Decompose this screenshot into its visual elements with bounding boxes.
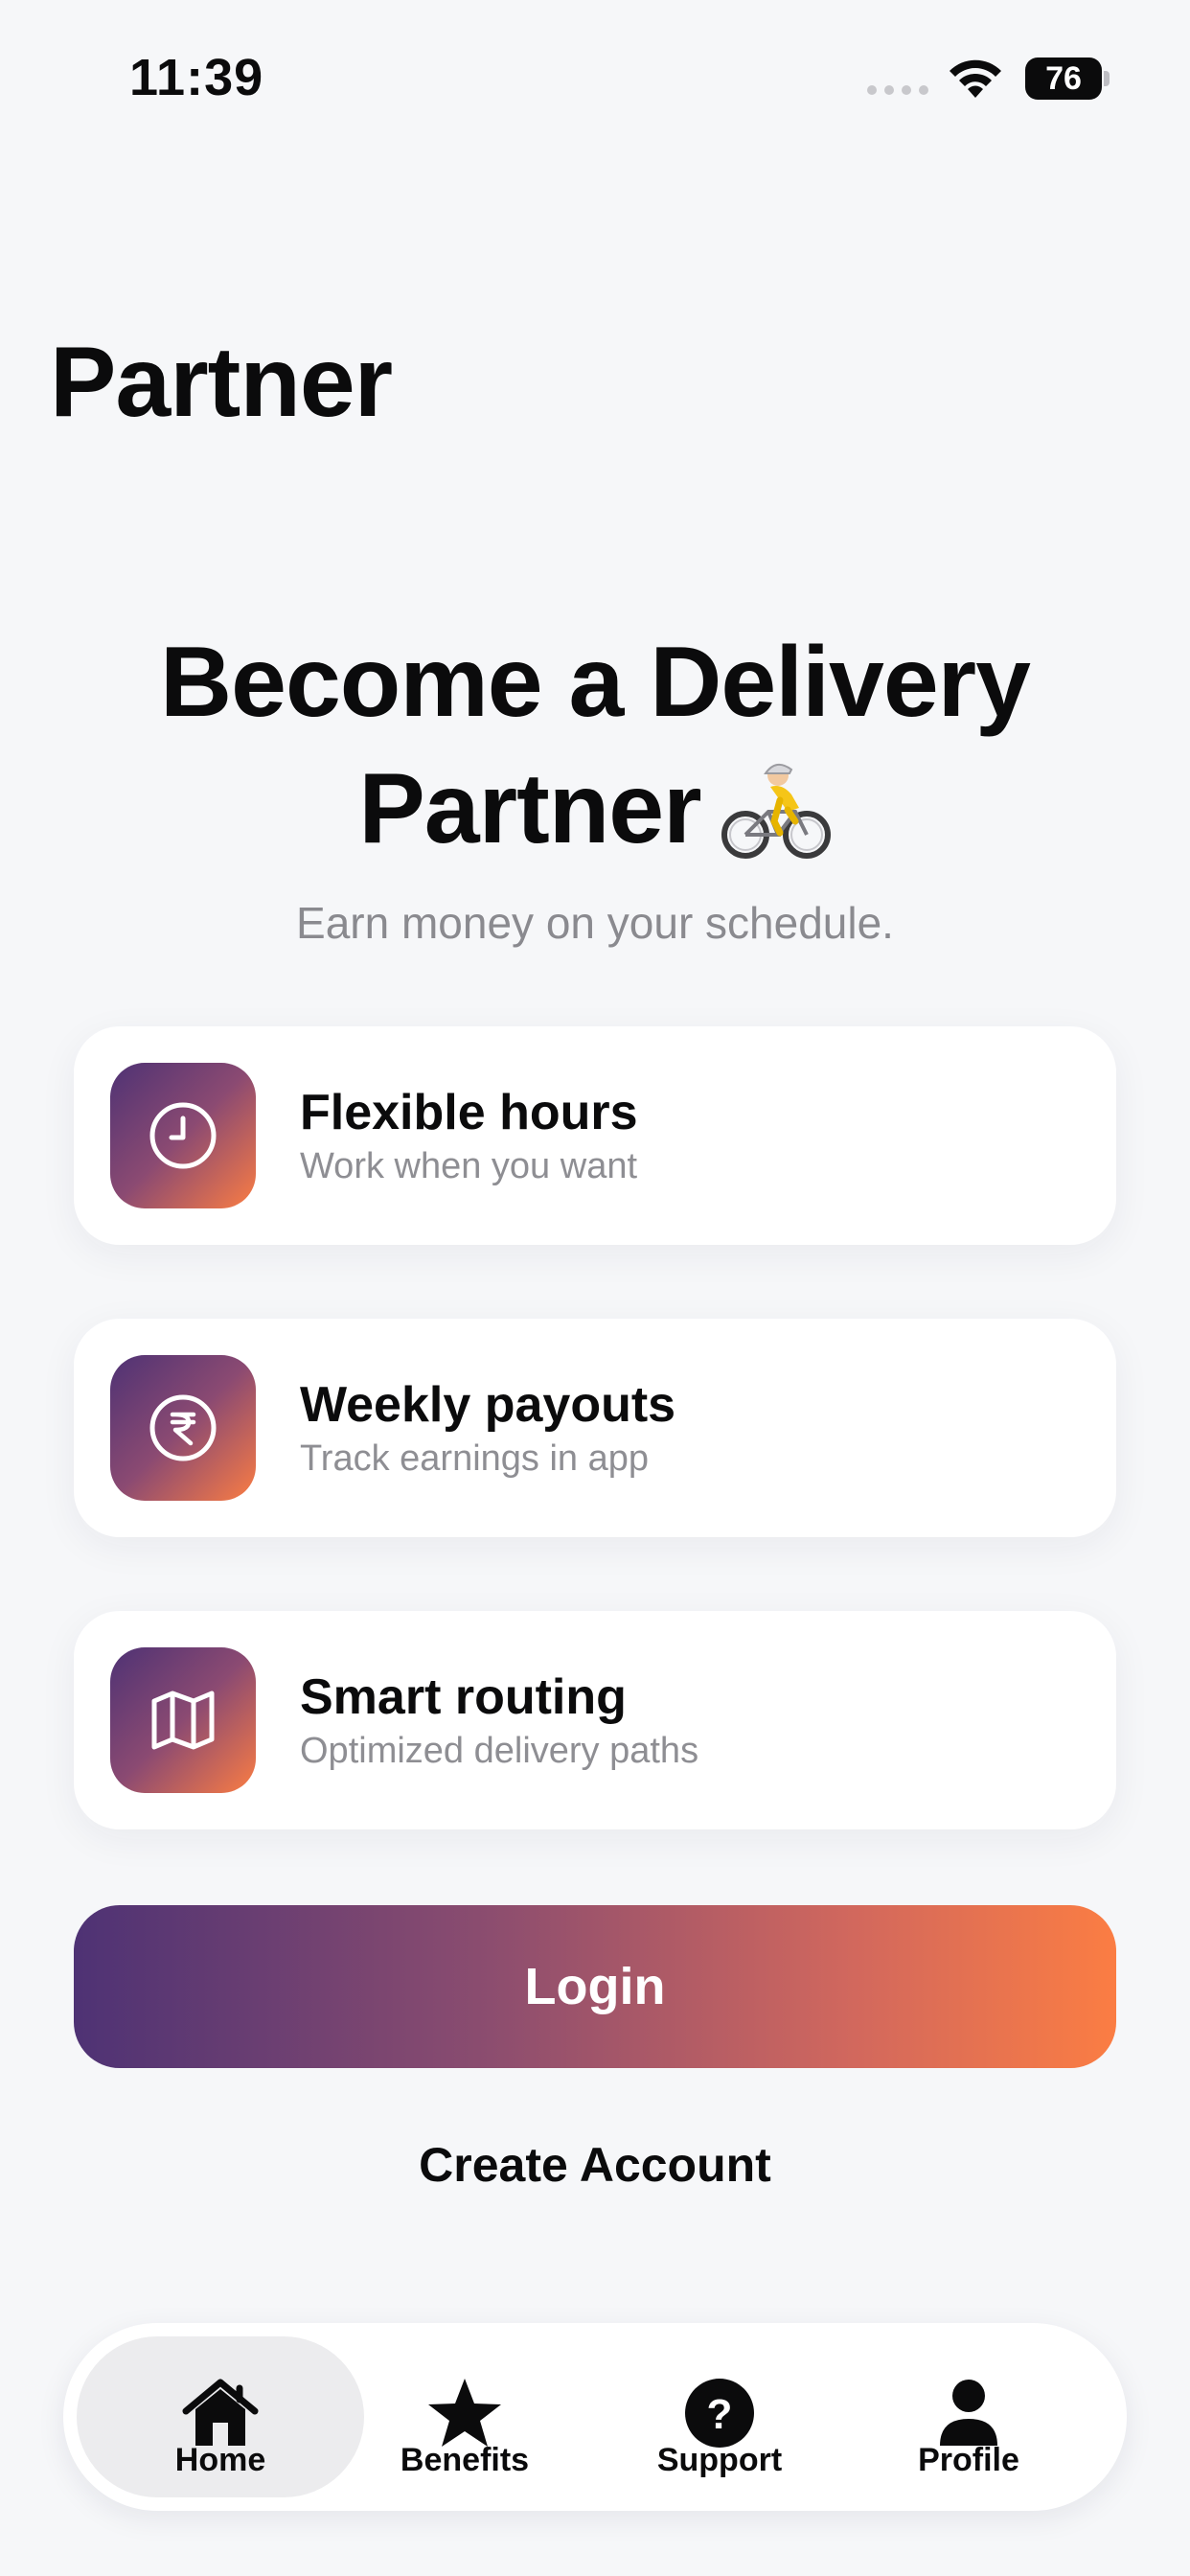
feature-card-flexible-hours: Flexible hours Work when you want: [74, 1026, 1116, 1245]
svg-text:?: ?: [707, 2391, 733, 2438]
battery-icon: 76: [1025, 58, 1110, 100]
status-time: 11:39: [129, 49, 264, 106]
tab-benefits[interactable]: Benefits: [383, 2336, 546, 2497]
battery-level: 76: [1025, 58, 1102, 100]
feature-card-smart-routing: Smart routing Optimized delivery paths: [74, 1611, 1116, 1829]
login-button[interactable]: Login: [74, 1905, 1116, 2068]
tab-label: Home: [174, 2442, 266, 2478]
tab-profile[interactable]: Profile: [887, 2336, 1050, 2497]
tab-bar: Home Benefits ? Support Profile: [63, 2323, 1127, 2511]
person-icon: [940, 2380, 997, 2446]
wifi-icon: [950, 59, 1001, 98]
feature-description: Work when you want: [300, 1146, 638, 1186]
tab-label: Support: [656, 2442, 783, 2478]
question-circle-icon: ?: [685, 2379, 754, 2448]
hero-title-line1: Become a Delivery: [160, 627, 1031, 738]
signal-dots-icon: [867, 85, 928, 95]
feature-icon-tile: [110, 1355, 256, 1501]
create-account-button[interactable]: Create Account: [0, 2137, 1190, 2193]
feature-icon-tile: [110, 1647, 256, 1793]
hero-title-line2: Partner: [358, 753, 701, 864]
hero-subtitle: Earn money on your schedule.: [296, 898, 894, 948]
rupee-icon: [149, 1394, 217, 1461]
feature-title: Smart routing: [300, 1669, 627, 1725]
house-icon: [182, 2379, 259, 2446]
tab-label: Profile: [918, 2442, 1019, 2478]
map-icon: [151, 1690, 215, 1750]
feature-description: Track earnings in app: [300, 1438, 650, 1479]
star-icon: [428, 2379, 501, 2447]
bicyclist-icon: [721, 763, 831, 859]
clock-icon: [149, 1102, 217, 1169]
feature-description: Optimized delivery paths: [300, 1731, 699, 1771]
hero-title: Become a Delivery Partner: [0, 619, 1190, 872]
feature-title: Weekly payouts: [300, 1377, 676, 1433]
feature-card-weekly-payouts: Weekly payouts Track earnings in app: [74, 1319, 1116, 1537]
tab-label: Benefits: [400, 2442, 530, 2478]
feature-icon-tile: [110, 1063, 256, 1208]
tab-home[interactable]: Home: [77, 2336, 364, 2497]
page-title: Partner: [50, 327, 393, 438]
status-bar: 11:39 76: [0, 0, 1190, 153]
feature-title: Flexible hours: [300, 1085, 638, 1140]
tab-support[interactable]: ? Support: [638, 2336, 801, 2497]
